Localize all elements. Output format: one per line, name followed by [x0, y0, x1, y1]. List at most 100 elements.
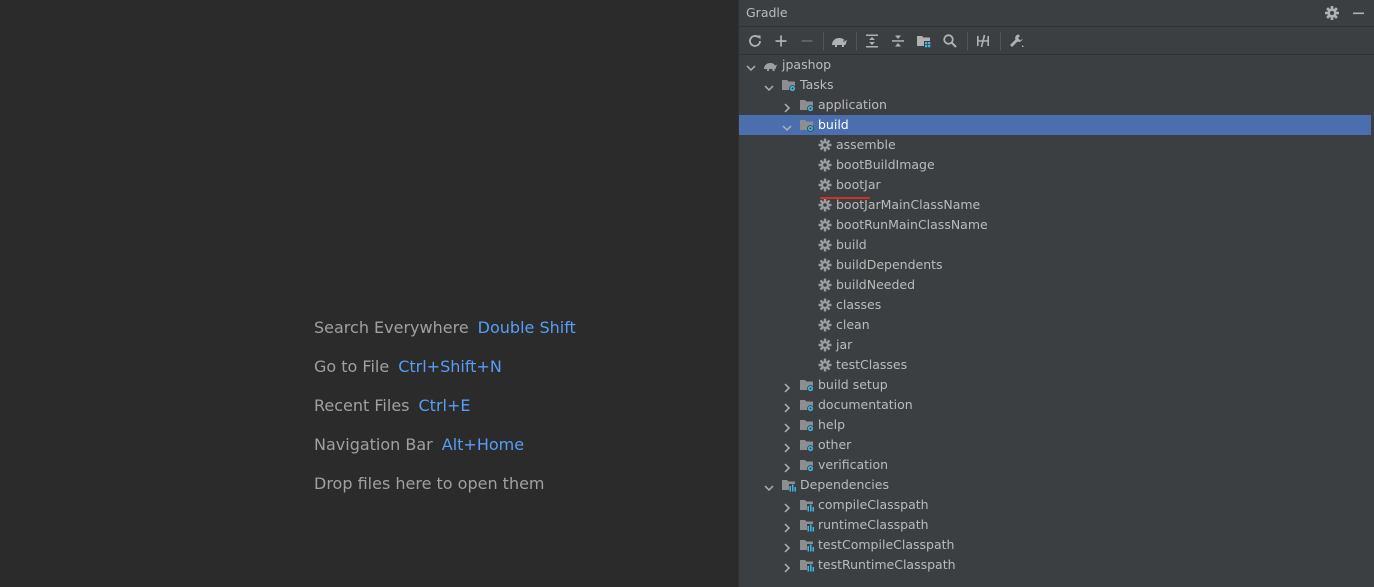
hint-search-everywhere: Search Everywhere Double Shift [314, 318, 576, 338]
tree-node-build[interactable]: build [739, 115, 1371, 135]
tree-node-label: testCompileClasspath [818, 537, 955, 552]
tree-node-label: build [818, 117, 849, 132]
hint-text: Search Everywhere [314, 318, 469, 337]
tree-node-project[interactable]: jpashop [739, 55, 1371, 75]
hint-shortcut: Ctrl+E [418, 396, 471, 415]
gear-icon [817, 157, 833, 173]
hint-text: Go to File [314, 357, 390, 376]
tree-node-label: build setup [818, 377, 888, 392]
chevron-right-icon[interactable] [781, 399, 793, 413]
chevron-right-icon[interactable] [781, 559, 793, 573]
reload-icon[interactable] [745, 31, 765, 51]
gradle-elephant-icon [763, 57, 779, 73]
chevron-right-icon[interactable] [781, 439, 793, 453]
dependencies-folder-icon [799, 517, 815, 533]
tree-node-task[interactable]: bootRunMainClassName [739, 215, 1371, 235]
tree-node-dependency[interactable]: testRuntimeClasspath [739, 555, 1371, 575]
chevron-right-icon[interactable] [781, 459, 793, 473]
dependencies-folder-icon [781, 477, 797, 493]
tree-node-task[interactable]: buildNeeded [739, 275, 1371, 295]
task-folder-icon [781, 77, 797, 93]
tree-node-dependencies[interactable]: Dependencies [739, 475, 1371, 495]
tree-node-documentation[interactable]: documentation [739, 395, 1371, 415]
expand-all-icon[interactable] [862, 31, 882, 51]
tree-node-label: runtimeClasspath [818, 517, 929, 532]
tree-node-task[interactable]: bootBuildImage [739, 155, 1371, 175]
toolbar-separator [823, 32, 824, 50]
tree-node-task[interactable]: assemble [739, 135, 1371, 155]
tree-node-label: verification [818, 457, 889, 472]
collapse-all-icon[interactable] [888, 31, 908, 51]
tree-node-label: testClasses [836, 357, 908, 372]
task-folder-icon [799, 97, 815, 113]
toolbar-separator [856, 32, 857, 50]
chevron-right-icon[interactable] [781, 539, 793, 553]
tree-node-verification[interactable]: verification [739, 455, 1371, 475]
tree-node-label: other [818, 437, 852, 452]
remove-icon[interactable] [797, 31, 817, 51]
task-folder-icon [799, 117, 815, 133]
tree-node-task[interactable]: jar [739, 335, 1371, 355]
tree-node-label: documentation [818, 397, 913, 412]
chevron-down-icon[interactable] [781, 119, 793, 132]
tree-node-build-setup[interactable]: build setup [739, 375, 1371, 395]
gear-icon[interactable] [1323, 4, 1341, 22]
hint-text: Recent Files [314, 396, 410, 415]
tree-node-application[interactable]: application [739, 95, 1371, 115]
hint-shortcut: Alt+Home [441, 435, 525, 454]
tree-node-label: buildNeeded [836, 277, 916, 292]
chevron-down-icon[interactable] [763, 79, 775, 92]
search-icon[interactable] [940, 31, 960, 51]
group-tasks-icon[interactable] [914, 31, 934, 51]
toggle-offline-icon[interactable] [973, 31, 993, 51]
gradle-tool-window: Gradle jpashop Tasks application build a… [738, 0, 1374, 587]
elephant-icon[interactable] [829, 31, 849, 51]
hint-drop-files: Drop files here to open them [314, 474, 545, 493]
tree-node-task[interactable]: buildDependents [739, 255, 1371, 275]
tree-node-label: jpashop [782, 57, 832, 72]
error-underline [820, 197, 870, 199]
add-icon[interactable] [771, 31, 791, 51]
gear-icon [817, 317, 833, 333]
tree-node-label: classes [836, 297, 882, 312]
tree-node-other[interactable]: other [739, 435, 1371, 455]
gradle-header: Gradle [739, 0, 1374, 27]
gear-icon [817, 257, 833, 273]
chevron-down-icon[interactable] [745, 59, 757, 72]
tree-node-label: bootJar [836, 177, 881, 192]
minimize-icon[interactable] [1349, 4, 1367, 22]
chevron-right-icon[interactable] [781, 379, 793, 393]
hint-go-to-file: Go to File Ctrl+Shift+N [314, 357, 502, 377]
tree-node-help[interactable]: help [739, 415, 1371, 435]
tree-node-dependency[interactable]: runtimeClasspath [739, 515, 1371, 535]
tree-node-task[interactable]: classes [739, 295, 1371, 315]
tree-node-task[interactable]: build [739, 235, 1371, 255]
task-folder-icon [799, 417, 815, 433]
chevron-right-icon[interactable] [781, 499, 793, 513]
tree-node-task[interactable]: testClasses [739, 355, 1371, 375]
tree-node-dependency[interactable]: testCompileClasspath [739, 535, 1371, 555]
toolbar-separator [967, 32, 968, 50]
tree-node-label: Dependencies [800, 477, 889, 492]
chevron-right-icon[interactable] [781, 99, 793, 113]
chevron-right-icon[interactable] [781, 519, 793, 533]
dependencies-folder-icon [799, 557, 815, 573]
tree-node-label: compileClasspath [818, 497, 929, 512]
tree-node-task[interactable]: bootJar [739, 175, 1371, 195]
toolbar-separator [1000, 32, 1001, 50]
hint-shortcut: Ctrl+Shift+N [398, 357, 502, 376]
tree-node-task[interactable]: clean [739, 315, 1371, 335]
settings-wrench-icon[interactable] [1007, 31, 1027, 51]
tree-node-tasks[interactable]: Tasks [739, 75, 1371, 95]
hint-navigation-bar: Navigation Bar Alt+Home [314, 435, 524, 455]
tree-node-label: jar [836, 337, 853, 352]
chevron-right-icon[interactable] [781, 419, 793, 433]
hint-text: Navigation Bar [314, 435, 433, 454]
tree-node-dependency[interactable]: compileClasspath [739, 495, 1371, 515]
gear-icon [817, 277, 833, 293]
editor-empty-area[interactable]: Search Everywhere Double Shift Go to File… [0, 0, 738, 587]
hint-recent-files: Recent Files Ctrl+E [314, 396, 470, 416]
gear-icon [817, 197, 833, 213]
chevron-down-icon[interactable] [763, 479, 775, 492]
tree-node-label: bootRunMainClassName [836, 217, 988, 232]
